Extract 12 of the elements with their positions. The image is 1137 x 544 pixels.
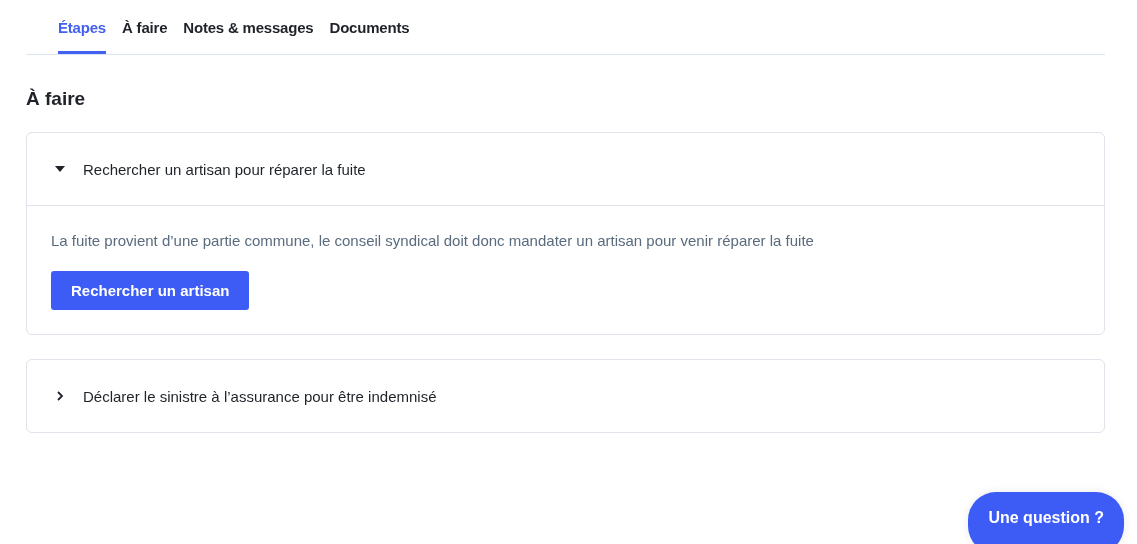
chevron-right-icon[interactable] bbox=[55, 391, 65, 401]
tab[interactable]: Étapes bbox=[58, 0, 106, 54]
task-title[interactable]: Déclarer le sinistre à l’assurance pour être indemnisé bbox=[83, 387, 437, 405]
caret-down-icon[interactable] bbox=[55, 166, 65, 172]
tab[interactable]: Notes & messages bbox=[183, 0, 314, 54]
tab[interactable]: Documents bbox=[329, 0, 410, 54]
section-title: À faire bbox=[26, 88, 87, 110]
action-button[interactable]: Rechercher un artisan bbox=[51, 271, 250, 310]
tab[interactable]: À faire bbox=[122, 0, 168, 54]
task-title[interactable]: Rechercher un artisan pour réparer la fuite bbox=[83, 160, 366, 178]
task-description: La fuite provient d’une partie commune, le conseil syndical doit donc mandater un artisan pour venir réparer la fuite bbox=[51, 232, 815, 249]
help-button[interactable]: Une question ? bbox=[968, 492, 1124, 544]
